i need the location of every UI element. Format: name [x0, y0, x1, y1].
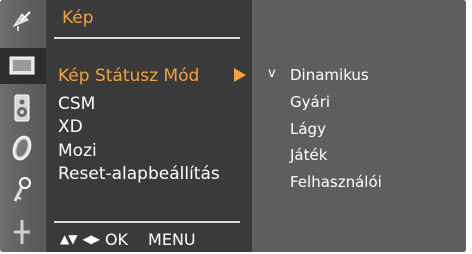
- up-down-arrows-icon: ▲▼: [60, 232, 77, 246]
- menu-item-picture-mode[interactable]: Kép Státusz Mód: [58, 66, 199, 86]
- menu-label: MENU: [148, 229, 196, 249]
- check-mark-icon: v: [268, 66, 276, 81]
- osd-menu: Kép Kép Státusz Mód CSM XD Mozi Reset-al…: [0, 0, 466, 252]
- left-right-arrows-icon: ◀▶: [82, 232, 99, 246]
- menu-item-csm[interactable]: CSM: [58, 94, 95, 114]
- separator-top: [54, 37, 240, 39]
- sidebar: [0, 0, 46, 252]
- menu-item-xd[interactable]: XD: [58, 117, 83, 137]
- menu-item-reset[interactable]: Reset-alapbeállítás: [58, 164, 220, 184]
- separator-bottom: [54, 221, 240, 223]
- picture-screen-icon[interactable]: [0, 48, 46, 84]
- submenu-arrow-icon: [234, 68, 246, 82]
- submenu-option-game[interactable]: Játék: [290, 146, 327, 164]
- clock-icon[interactable]: [0, 130, 44, 166]
- footer-hints: ▲▼ ◀▶ OK MENU: [60, 229, 196, 249]
- submenu-option-soft[interactable]: Lágy: [290, 120, 326, 138]
- menu-title: Kép: [62, 8, 94, 28]
- submenu-option-factory[interactable]: Gyári: [290, 93, 330, 111]
- menu-item-movie[interactable]: Mozi: [58, 141, 97, 161]
- ok-label: OK: [104, 229, 129, 249]
- speaker-icon[interactable]: [0, 90, 44, 126]
- key-icon[interactable]: [0, 172, 44, 208]
- submenu-option-dynamic[interactable]: Dinamikus: [290, 66, 369, 84]
- submenu-panel: [252, 0, 466, 252]
- satellite-dish-icon[interactable]: [0, 2, 44, 38]
- plus-settings-icon[interactable]: [0, 214, 44, 250]
- submenu-option-user[interactable]: Felhasználói: [290, 173, 382, 191]
